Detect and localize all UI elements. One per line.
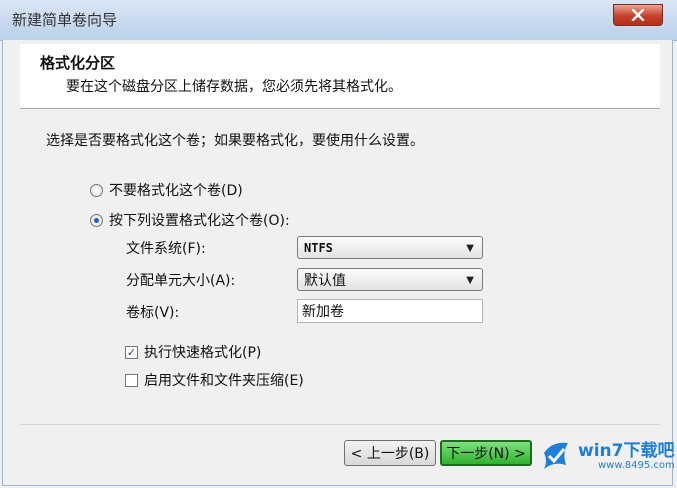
watermark-logo: win7下载吧 www.8495.com — [540, 430, 675, 482]
allocation-unit-select[interactable]: 默认值 ▼ — [297, 268, 483, 291]
volume-label-input[interactable]: 新加卷 — [297, 299, 483, 323]
quick-format-checkbox[interactable]: ✓ 执行快速格式化(P) — [125, 342, 261, 362]
radio-no-format-button[interactable] — [90, 183, 103, 197]
allocation-unit-label: 分配单元大小(A): — [126, 273, 236, 289]
file-system-select[interactable]: NTFS ▼ — [297, 236, 483, 259]
wizard-content: 选择是否要格式化这个卷；如果要格式化，要使用什么设置。 不要格式化这个卷(D) … — [20, 110, 660, 424]
watermark-text-group: win7下载吧 www.8495.com — [578, 442, 675, 471]
volume-label-label: 卷标(V): — [126, 305, 180, 321]
compression-check[interactable] — [125, 373, 138, 387]
title-bar: 新建简单卷向导 — [0, 0, 677, 41]
next-button[interactable]: 下一步(N) > — [440, 440, 532, 466]
close-button[interactable] — [613, 4, 663, 26]
chevron-down-icon: ▼ — [466, 243, 474, 254]
volume-label-value: 新加卷 — [302, 304, 344, 320]
radio-no-format-label: 不要格式化这个卷(D) — [109, 183, 243, 199]
bottom-divider — [20, 424, 660, 425]
wizard-header: 格式化分区 要在这个磁盘分区上储存数据，您必须先将其格式化。 — [20, 44, 660, 109]
watermark-brand: win7下载吧 — [578, 440, 675, 461]
format-prompt: 选择是否要格式化这个卷；如果要格式化，要使用什么设置。 — [46, 133, 424, 149]
back-button[interactable]: < 上一步(B) — [344, 440, 436, 466]
radio-format-label: 按下列设置格式化这个卷(O): — [109, 213, 290, 229]
close-icon — [631, 9, 645, 21]
radio-no-format[interactable]: 不要格式化这个卷(D) — [90, 180, 243, 200]
radio-format[interactable]: 按下列设置格式化这个卷(O): — [90, 210, 290, 230]
page-title: 格式化分区 — [40, 54, 116, 72]
quick-format-label: 执行快速格式化(P) — [144, 345, 262, 361]
file-system-value: NTFS — [304, 240, 333, 255]
chevron-down-icon: ▼ — [466, 275, 474, 286]
allocation-unit-value: 默认值 — [304, 272, 346, 289]
compression-label: 启用文件和文件夹压缩(E) — [144, 373, 304, 389]
radio-format-button[interactable] — [90, 213, 103, 227]
window-title: 新建简单卷向导 — [12, 11, 118, 29]
file-system-label: 文件系统(F): — [126, 241, 206, 257]
compression-checkbox[interactable]: 启用文件和文件夹压缩(E) — [125, 370, 304, 390]
page-subtitle: 要在这个磁盘分区上储存数据，您必须先将其格式化。 — [66, 79, 402, 95]
windows-logo-icon — [540, 439, 574, 473]
quick-format-check[interactable]: ✓ — [125, 345, 138, 359]
watermark-url: www.8495.com — [598, 459, 675, 471]
